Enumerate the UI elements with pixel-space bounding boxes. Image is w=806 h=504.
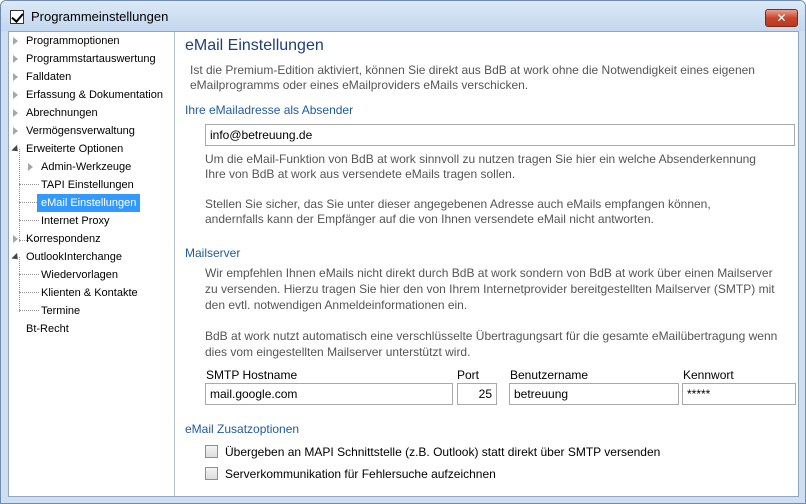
password-input[interactable]: [682, 383, 796, 405]
port-input[interactable]: [457, 383, 497, 405]
smtp-host-input[interactable]: [205, 383, 453, 405]
mailserver-desc-line: BdB at work nutzt automatisch eine versc…: [205, 329, 778, 343]
sender-section-heading: Ihre eMailadresse als Absender: [185, 103, 354, 117]
mailserver-desc-line: zu versenden. Hierzu tragen Sie hier den…: [205, 282, 775, 296]
mailserver-desc-line: den evtl. notwendigen Anmeldeinformation…: [205, 298, 468, 312]
smtp-host-label: SMTP Hostname: [206, 368, 298, 382]
username-label: Benutzername: [510, 368, 589, 382]
mapi-checkbox-label[interactable]: Übergeben an MAPI Schnittstelle (z.B. Ou…: [225, 445, 660, 459]
tree-line: [19, 149, 20, 242]
tree-item-tapi-einstellungen[interactable]: TAPI Einstellungen: [41, 176, 134, 194]
title-bar[interactable]: Programmeinstellungen ✕: [1, 1, 805, 31]
tree-item-erweiterte-optionen[interactable]: Erweiterte Optionen: [26, 140, 123, 158]
tree-line: [19, 292, 39, 293]
client-area: Programmoptionen Programmstartauswertung…: [8, 31, 799, 497]
email-settings-panel: eMail Einstellungen Ist die Premium-Edit…: [176, 32, 798, 496]
sender-desc-line: Ihre von BdB at work aus versendete eMai…: [205, 167, 516, 181]
tree-line: [19, 257, 20, 312]
mailserver-desc-line: dies vom eingestellten Mailserver unters…: [205, 345, 471, 359]
tree-item-klienten-kontakte[interactable]: Klienten & Kontakte: [41, 284, 138, 302]
password-label: Kennwort: [683, 368, 734, 382]
extras-section-heading: eMail Zusatzoptionen: [185, 422, 300, 436]
debug-log-checkbox[interactable]: [205, 467, 218, 480]
port-label: Port: [457, 368, 480, 382]
tree-line: [19, 274, 39, 275]
sender-desc-line: Stellen Sie sicher, das Sie unter dieser…: [205, 197, 711, 211]
tree-item-email-einstellungen[interactable]: eMail Einstellungen: [37, 194, 141, 212]
tree-item-internet-proxy[interactable]: Internet Proxy: [41, 212, 109, 230]
close-button[interactable]: ✕: [765, 9, 798, 27]
username-input[interactable]: [509, 383, 679, 405]
sender-email-input[interactable]: [205, 124, 795, 146]
mailserver-section-heading: Mailserver: [185, 246, 241, 260]
checklist-icon: [10, 10, 24, 24]
tree-item-bt-recht[interactable]: Bt-Recht: [26, 320, 69, 338]
tree-item-outlookinterchange[interactable]: OutlookInterchange: [26, 248, 122, 266]
debug-log-checkbox-label[interactable]: Serverkommunikation für Fehlersuche aufz…: [225, 467, 496, 481]
mapi-checkbox[interactable]: [205, 445, 218, 458]
tree-line: [19, 220, 39, 221]
window-title: Programmeinstellungen: [31, 9, 169, 24]
tree-item-wiedervorlagen[interactable]: Wiedervorlagen: [41, 266, 118, 284]
page-title: eMail Einstellungen: [185, 37, 324, 54]
tree-item-programmstartauswertung[interactable]: Programmstartauswertung: [13, 50, 156, 68]
tree-line: [19, 310, 39, 311]
settings-window: Programmeinstellungen ✕ Programmoptionen…: [0, 0, 806, 504]
tree-item-erfassung-dokumentation[interactable]: Erfassung & Dokumentation: [13, 86, 163, 104]
tree-item-programmoptionen[interactable]: Programmoptionen: [13, 32, 120, 50]
tree-item-korrespondenz[interactable]: Korrespondenz: [13, 230, 101, 248]
tree-item-falldaten[interactable]: Falldaten: [12, 68, 71, 86]
sender-desc-line: andernfalls kann der Empfänger auf die v…: [205, 212, 654, 226]
tree-item-termine[interactable]: Termine: [41, 302, 80, 320]
intro-text-line: Ist die Premium-Edition aktiviert, könne…: [190, 63, 755, 77]
tree-line: [19, 202, 39, 203]
tree-item-abrechnungen[interactable]: Abrechnungen: [13, 104, 98, 122]
tree-line: [19, 184, 39, 185]
sender-desc-line: Um die eMail-Funktion von BdB at work si…: [205, 152, 756, 166]
intro-text-line: eMailprogramms oder eines eMailproviders…: [190, 78, 529, 92]
mailserver-desc-line: Wir empfehlen Ihnen eMails nicht direkt …: [205, 266, 773, 280]
tree-item-vermoegensverwaltung[interactable]: Vermögensverwaltung: [13, 122, 135, 140]
tree-item-admin-werkzeuge[interactable]: Admin-Werkzeuge: [27, 158, 131, 176]
settings-tree: Programmoptionen Programmstartauswertung…: [9, 32, 175, 496]
